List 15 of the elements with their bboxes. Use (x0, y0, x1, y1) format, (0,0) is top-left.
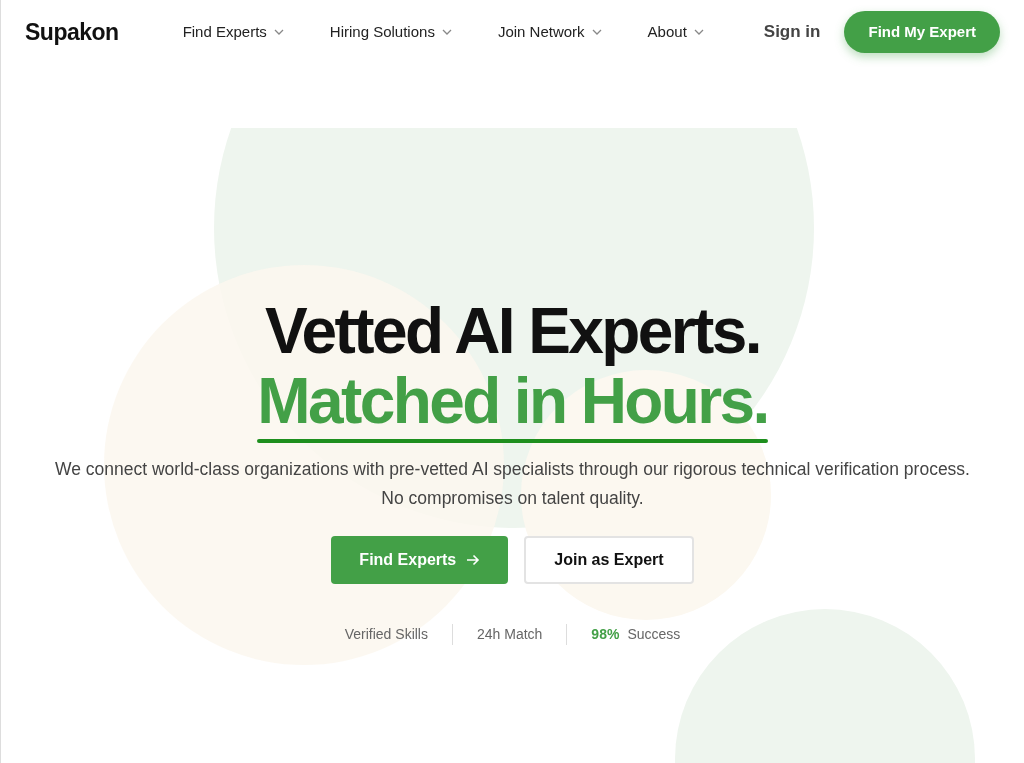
join-as-expert-button[interactable]: Join as Expert (524, 535, 694, 584)
brand-logo[interactable]: Supakon (25, 14, 119, 50)
sign-in-link[interactable]: Sign in (763, 19, 821, 45)
stat-label: Verified Skills (344, 624, 428, 644)
stat-value: 98% (591, 624, 620, 644)
stat-label: 24h Match (476, 624, 543, 644)
nav-link[interactable]: About (647, 20, 704, 44)
arrow-right-icon (466, 553, 481, 566)
nav-link[interactable]: Find Experts (182, 20, 284, 44)
nav-link[interactable]: Hiring Solutions (329, 20, 452, 44)
hero-title-highlight: Matched in Hours. (257, 366, 768, 437)
hero-description: We connect world-class organizations with pre-vetted AI specialists through our rigorous technical verification process. No compromises on talent quality. (54, 457, 971, 510)
hero-title: Vetted AI Experts. (264, 296, 761, 367)
stat-label: Success (627, 624, 681, 644)
nav-link[interactable]: Join Network (497, 20, 602, 44)
